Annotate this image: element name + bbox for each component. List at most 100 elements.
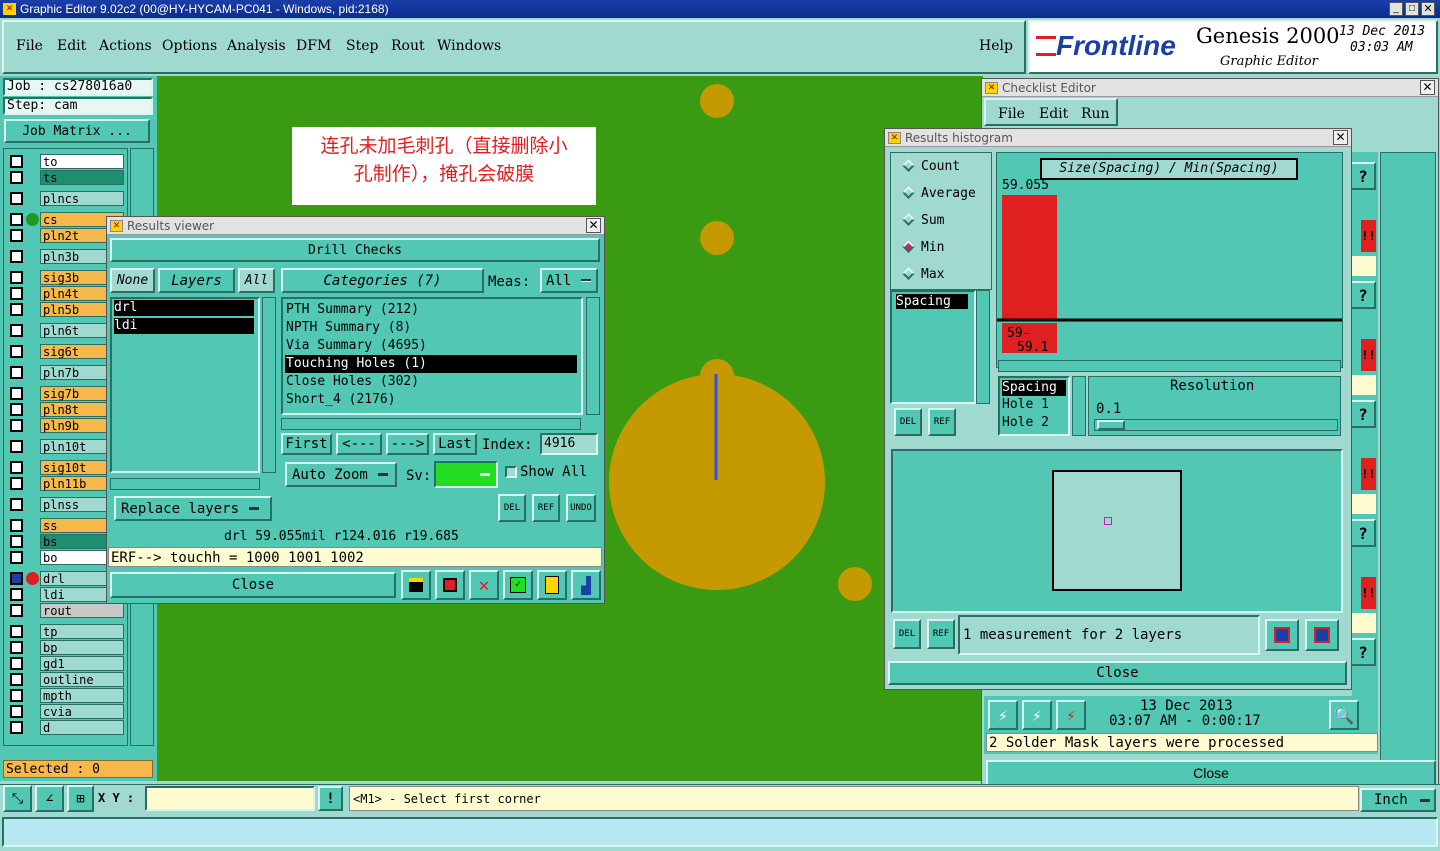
measure-list-scroll[interactable] — [976, 290, 990, 404]
category-item[interactable]: NPTH Summary (8) — [285, 319, 577, 337]
grid-icon[interactable]: ⊞ — [67, 785, 94, 812]
layer-checkbox[interactable] — [10, 519, 23, 532]
run-all-icon[interactable]: ⚡ — [1022, 700, 1052, 730]
layer-checkbox[interactable] — [10, 604, 23, 617]
sort-item-spacing[interactable]: Spacing — [1002, 380, 1066, 396]
results-viewer-close-button[interactable]: Close — [110, 572, 396, 598]
layer-row-bp[interactable]: bp — [8, 640, 124, 655]
unit-select[interactable]: Inch — [1360, 788, 1436, 812]
layer-checkbox[interactable] — [10, 705, 23, 718]
layer-row-plncs[interactable]: plncs — [8, 191, 124, 206]
alert-icon[interactable]: ! — [318, 786, 343, 811]
histogram-titlebar[interactable]: ✕ Results histogram ✕ — [885, 129, 1351, 147]
checklist-close-button[interactable]: Close — [986, 760, 1436, 786]
sv-color-select[interactable] — [434, 461, 498, 488]
delete-results-icon[interactable]: ✕ — [469, 570, 499, 600]
layer-row-rout[interactable]: rout — [8, 603, 124, 618]
layer-row-outline[interactable]: outline — [8, 672, 124, 687]
measure-item-spacing[interactable]: Spacing — [896, 294, 968, 309]
meas-select[interactable]: All — [540, 268, 598, 293]
layer-row-tp[interactable]: tp — [8, 624, 124, 639]
xy-input[interactable] — [145, 786, 315, 811]
menu-actions[interactable]: Actions — [99, 38, 152, 54]
erase-icon[interactable] — [435, 570, 465, 600]
histogram-ref-top-button[interactable]: REF — [928, 408, 956, 436]
run-icon[interactable]: ⚡ — [988, 700, 1018, 730]
layer-checkbox[interactable] — [10, 625, 23, 638]
checklist-titlebar[interactable]: ✕ Checklist Editor ✕ — [982, 79, 1438, 97]
layer-row-d[interactable]: d — [8, 720, 124, 735]
stop-run-icon[interactable]: ⚡ — [1056, 700, 1086, 730]
layer-checkbox[interactable] — [10, 229, 23, 242]
results-viewer-close-icon[interactable]: ✕ — [586, 218, 601, 233]
layer-checkbox[interactable] — [10, 271, 23, 284]
layer-result-drl[interactable]: drl — [114, 300, 254, 316]
next-button[interactable]: ---> — [386, 433, 429, 455]
layer-checkbox[interactable] — [10, 440, 23, 453]
layer-checkbox[interactable] — [10, 721, 23, 734]
layer-row-ts[interactable]: ts — [8, 170, 124, 185]
layer-checkbox[interactable] — [10, 673, 23, 686]
drill-pad[interactable] — [838, 567, 872, 601]
drill-pad[interactable] — [700, 221, 734, 255]
layer-checkbox[interactable] — [10, 535, 23, 548]
none-button[interactable]: None — [110, 268, 155, 293]
close-window-button[interactable]: ✕ — [1421, 2, 1435, 16]
layer-checkbox[interactable] — [10, 303, 23, 316]
layer-checkbox[interactable] — [10, 171, 23, 184]
layer-checkbox[interactable] — [10, 477, 23, 490]
categories-button[interactable]: Categories (7) — [281, 268, 484, 293]
histogram-del-button[interactable]: DEL — [893, 619, 921, 649]
checklist-close-icon[interactable]: ✕ — [1420, 80, 1435, 95]
histogram-hscroll[interactable] — [998, 360, 1341, 372]
show-all-checkbox[interactable] — [505, 466, 517, 478]
resolution-slider[interactable] — [1094, 419, 1338, 431]
histogram-ref-button[interactable]: REF — [927, 619, 955, 649]
job-matrix-button[interactable]: Job Matrix ... — [4, 119, 150, 143]
last-button[interactable]: Last — [433, 433, 477, 455]
menu-file[interactable]: File — [16, 38, 43, 54]
histogram-del-top-button[interactable]: DEL — [894, 408, 922, 436]
layer-checkbox[interactable] — [10, 461, 23, 474]
resolution-slider-thumb[interactable] — [1097, 420, 1125, 430]
next-view-icon[interactable] — [1265, 619, 1299, 651]
option-count[interactable]: Count — [902, 159, 960, 174]
zoom-box-icon[interactable]: ⤡ — [3, 785, 32, 812]
del-button[interactable]: DEL — [498, 494, 526, 522]
layer-results-hscroll[interactable] — [110, 478, 260, 490]
first-button[interactable]: First — [281, 433, 332, 455]
category-item[interactable]: PTH Summary (212) — [285, 301, 577, 319]
layer-checkbox[interactable] — [10, 155, 23, 168]
option-min[interactable]: Min — [902, 240, 944, 255]
histogram-icon[interactable]: ▟ — [571, 570, 601, 600]
layer-checkbox[interactable] — [10, 250, 23, 263]
previous-view-icon[interactable] — [1305, 619, 1339, 651]
layers-button[interactable]: Layers — [158, 268, 235, 293]
maximize-button[interactable]: □ — [1405, 2, 1419, 16]
layer-checkbox[interactable] — [10, 345, 23, 358]
minimize-button[interactable]: _ — [1389, 2, 1403, 16]
all-layers-button[interactable]: All — [238, 268, 275, 293]
ref-button[interactable]: REF — [532, 494, 560, 522]
question-icon[interactable]: ? — [1350, 638, 1376, 666]
layer-checkbox[interactable] — [10, 213, 23, 226]
category-item[interactable]: Via Summary (4695) — [285, 337, 577, 355]
drill-pad[interactable] — [700, 84, 734, 118]
categories-scroll[interactable] — [586, 297, 600, 415]
layer-checkbox[interactable] — [10, 366, 23, 379]
category-item[interactable]: Short_4 (2176) — [285, 391, 577, 409]
question-icon[interactable]: ? — [1350, 400, 1376, 428]
report-icon[interactable] — [537, 570, 567, 600]
zoom-icon[interactable]: 🔍 — [1329, 700, 1359, 730]
layer-checkbox[interactable] — [10, 419, 23, 432]
layer-checkbox[interactable] — [10, 324, 23, 337]
measure-angle-icon[interactable]: ∠ — [35, 785, 64, 812]
menu-windows[interactable]: Windows — [437, 38, 501, 54]
menu-edit[interactable]: Edit — [57, 38, 86, 54]
histogram-bar[interactable] — [1002, 195, 1057, 319]
auto-zoom-button[interactable]: Auto Zoom — [285, 462, 397, 487]
layer-checkbox[interactable] — [10, 572, 23, 585]
command-line[interactable] — [2, 817, 1438, 847]
layer-checkbox[interactable] — [10, 657, 23, 670]
checklist-menu-file[interactable]: File — [998, 106, 1025, 122]
